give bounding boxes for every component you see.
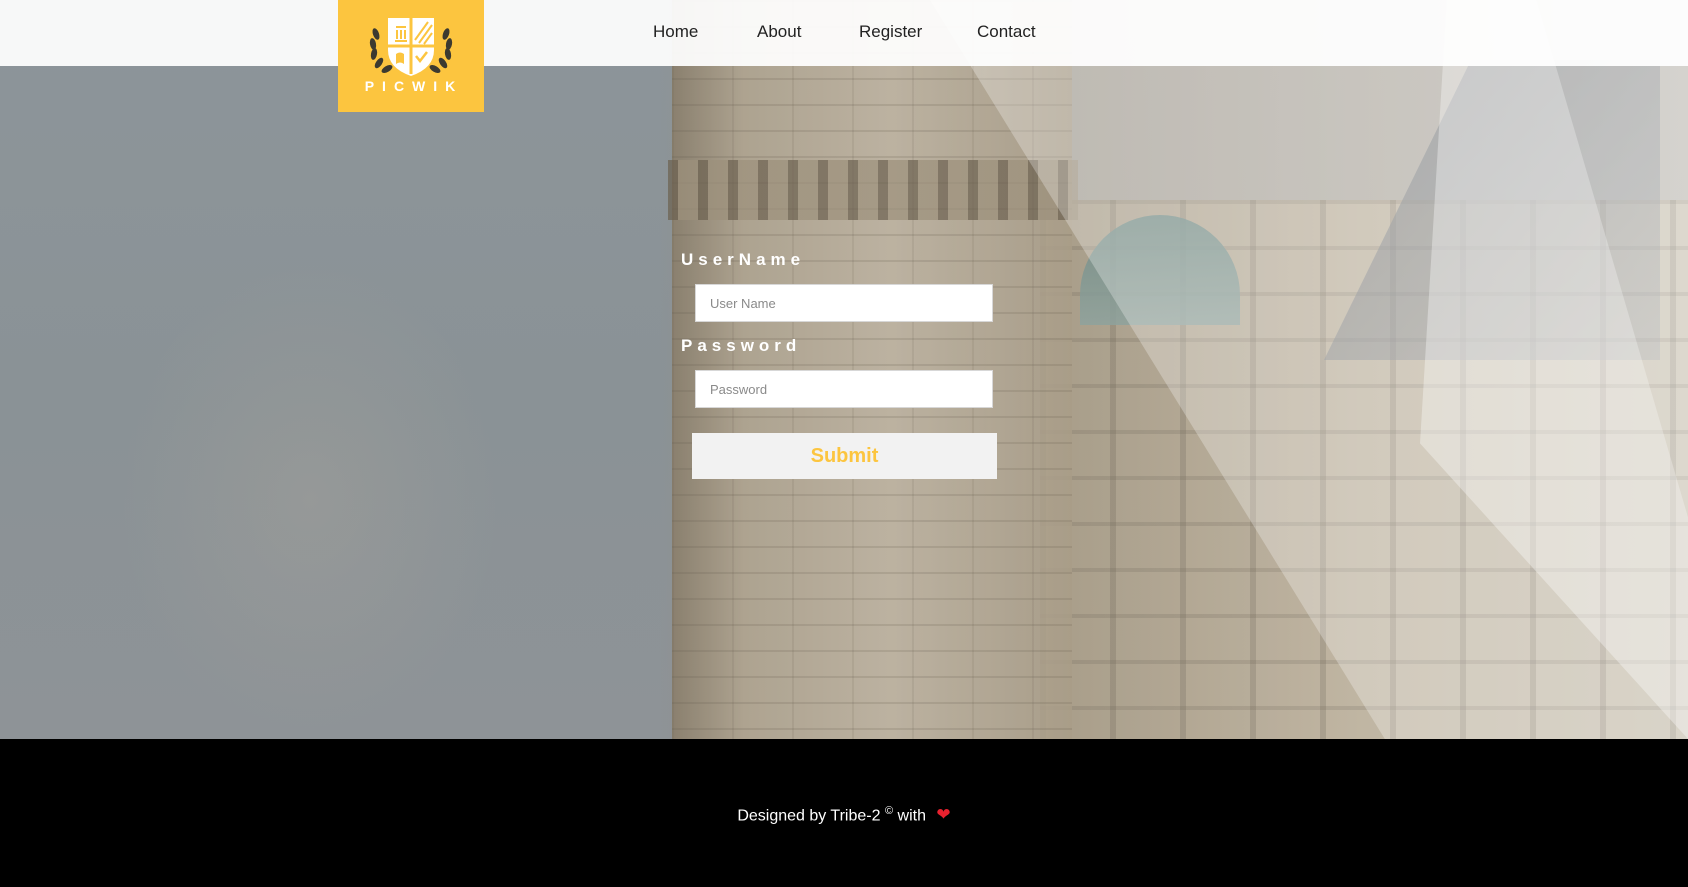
footer-text: Designed by Tribe-2 bbox=[737, 807, 881, 825]
username-input[interactable] bbox=[695, 284, 993, 322]
main-nav: Home About Register Contact bbox=[0, 22, 1688, 44]
password-label: Password bbox=[681, 336, 802, 355]
nav-home[interactable]: Home bbox=[653, 22, 698, 42]
logo-text: PICWIK bbox=[364, 78, 464, 94]
footer-with-text: with bbox=[897, 807, 926, 825]
footer-credit: Designed by Tribe-2 © with ❤ bbox=[0, 805, 1688, 825]
nav-contact[interactable]: Contact bbox=[977, 22, 1036, 42]
tower-cornice bbox=[668, 160, 1078, 220]
page: PICWIK Home About Register Contact UserN… bbox=[0, 0, 1688, 887]
heart-icon: ❤ bbox=[936, 805, 951, 825]
nav-register[interactable]: Register bbox=[859, 22, 922, 42]
sky-haze bbox=[120, 260, 500, 739]
site-logo[interactable]: PICWIK bbox=[338, 0, 484, 112]
submit-button[interactable]: Submit bbox=[692, 433, 997, 479]
password-input[interactable] bbox=[695, 370, 993, 408]
copyright-symbol: © bbox=[884, 805, 894, 817]
nav-about[interactable]: About bbox=[757, 22, 801, 42]
footer: Designed by Tribe-2 © with ❤ bbox=[0, 739, 1688, 887]
username-label: UserName bbox=[681, 250, 806, 269]
